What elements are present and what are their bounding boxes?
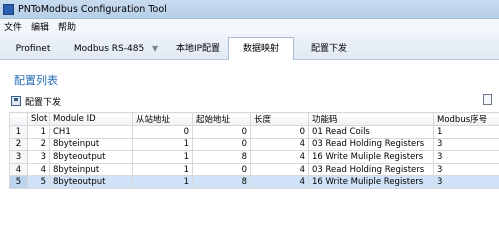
data-mapping-panel: 配置列表 配置下发 Slot Module ID 从站地址 起始地址 长度 功能… [0, 60, 499, 246]
length-cell[interactable]: 4 [250, 175, 309, 189]
tab-strip: Profinet Modbus RS-485 ▼ 本地IP配置 数据映射 配置下… [0, 34, 499, 61]
row-number-cell: 2 [9, 137, 28, 152]
column-header-length[interactable]: 长度 [250, 112, 309, 126]
module-id-cell[interactable]: CH1 [49, 125, 133, 139]
modbus-index-cell[interactable]: 3 [433, 175, 499, 189]
window-title: PNToModbus Configuration Tool [18, 3, 167, 15]
module-id-cell[interactable]: 8byteinput [49, 137, 133, 152]
slot-cell[interactable]: 5 [27, 175, 50, 189]
modbus-index-cell[interactable]: 3 [433, 150, 499, 164]
slave-address-cell[interactable]: 1 [132, 150, 193, 164]
modbus-index-cell[interactable]: 3 [433, 137, 499, 152]
start-address-cell[interactable]: 8 [192, 175, 251, 189]
slave-address-cell[interactable]: 1 [132, 162, 193, 177]
column-header-row-number [9, 112, 28, 126]
title-bar: PNToModbus Configuration Tool [0, 0, 499, 19]
length-cell[interactable]: 0 [250, 125, 309, 139]
length-cell[interactable]: 4 [250, 137, 309, 152]
slot-cell[interactable]: 4 [27, 162, 50, 177]
row-number-cell: 3 [9, 150, 28, 164]
row-number-cell: 5 [9, 175, 28, 189]
tab-config-download[interactable]: 配置下发 [300, 38, 358, 60]
column-header-module-id[interactable]: Module ID [49, 112, 133, 126]
tab-modbus-rs485[interactable]: Modbus RS-485 [70, 38, 148, 60]
column-header-modbus-index[interactable]: Modbus序号 [433, 112, 499, 126]
config-table: Slot Module ID 从站地址 起始地址 长度 功能码 Modbus序号… [9, 112, 499, 189]
tab-profinet[interactable]: Profinet [8, 38, 58, 60]
slot-cell[interactable]: 1 [27, 125, 50, 139]
module-id-cell[interactable]: 8byteoutput [49, 175, 133, 189]
slave-address-cell[interactable]: 1 [132, 137, 193, 152]
slave-address-cell[interactable]: 1 [132, 175, 193, 189]
download-config-label: 配置下发 [25, 97, 62, 108]
function-code-cell[interactable]: 03 Read Holding Registers [308, 162, 434, 177]
modbus-index-cell[interactable]: 3 [433, 162, 499, 177]
table-row[interactable]: 3 3 8byteoutput 1 8 4 16 Write Muliple R… [9, 150, 499, 164]
chevron-down-icon[interactable]: ▼ [152, 38, 158, 60]
start-address-cell[interactable]: 8 [192, 150, 251, 164]
slot-cell[interactable]: 3 [27, 150, 50, 164]
function-code-cell[interactable]: 16 Write Muliple Registers [308, 150, 434, 164]
module-id-cell[interactable]: 8byteoutput [49, 150, 133, 164]
module-id-cell[interactable]: 8byteinput [49, 162, 133, 177]
length-cell[interactable]: 4 [250, 150, 309, 164]
table-row[interactable]: 4 4 8byteinput 1 0 4 03 Read Holding Reg… [9, 162, 499, 177]
row-number-cell: 1 [9, 125, 28, 139]
tab-data-mapping[interactable]: 数据映射 [228, 37, 294, 61]
column-header-function-code[interactable]: 功能码 [308, 112, 434, 126]
tab-local-ip-config[interactable]: 本地IP配置 [170, 38, 226, 60]
table-header-row: Slot Module ID 从站地址 起始地址 长度 功能码 Modbus序号 [9, 112, 499, 126]
section-title: 配置列表 [14, 74, 58, 87]
download-config-button[interactable]: 配置下发 [11, 94, 61, 108]
document-icon[interactable] [483, 94, 492, 105]
start-address-cell[interactable]: 0 [192, 125, 251, 139]
table-row-selected[interactable]: 5 5 8byteoutput 1 8 4 16 Write Muliple R… [9, 175, 499, 189]
column-header-slot[interactable]: Slot [27, 112, 50, 126]
function-code-cell[interactable]: 03 Read Holding Registers [308, 137, 434, 152]
function-code-cell[interactable]: 16 Write Muliple Registers [308, 175, 434, 189]
app-icon [3, 3, 14, 15]
table-row[interactable]: 1 1 CH1 0 0 0 01 Read Coils 1 [9, 125, 499, 139]
column-header-slave-address[interactable]: 从站地址 [132, 112, 193, 126]
menu-help[interactable]: 帮助 [58, 20, 76, 33]
function-code-cell[interactable]: 01 Read Coils [308, 125, 434, 139]
menu-bar: 文件 编辑 帮助 [0, 19, 499, 34]
slot-cell[interactable]: 2 [27, 137, 50, 152]
column-header-start-address[interactable]: 起始地址 [192, 112, 251, 126]
table-row[interactable]: 2 2 8byteinput 1 0 4 03 Read Holding Reg… [9, 137, 499, 152]
row-number-cell: 4 [9, 162, 28, 177]
start-address-cell[interactable]: 0 [192, 137, 251, 152]
download-icon [11, 96, 21, 106]
start-address-cell[interactable]: 0 [192, 162, 251, 177]
slave-address-cell[interactable]: 0 [132, 125, 193, 139]
menu-edit[interactable]: 编辑 [31, 20, 49, 33]
length-cell[interactable]: 4 [250, 162, 309, 177]
menu-file[interactable]: 文件 [4, 20, 22, 33]
modbus-index-cell[interactable]: 1 [433, 125, 499, 139]
